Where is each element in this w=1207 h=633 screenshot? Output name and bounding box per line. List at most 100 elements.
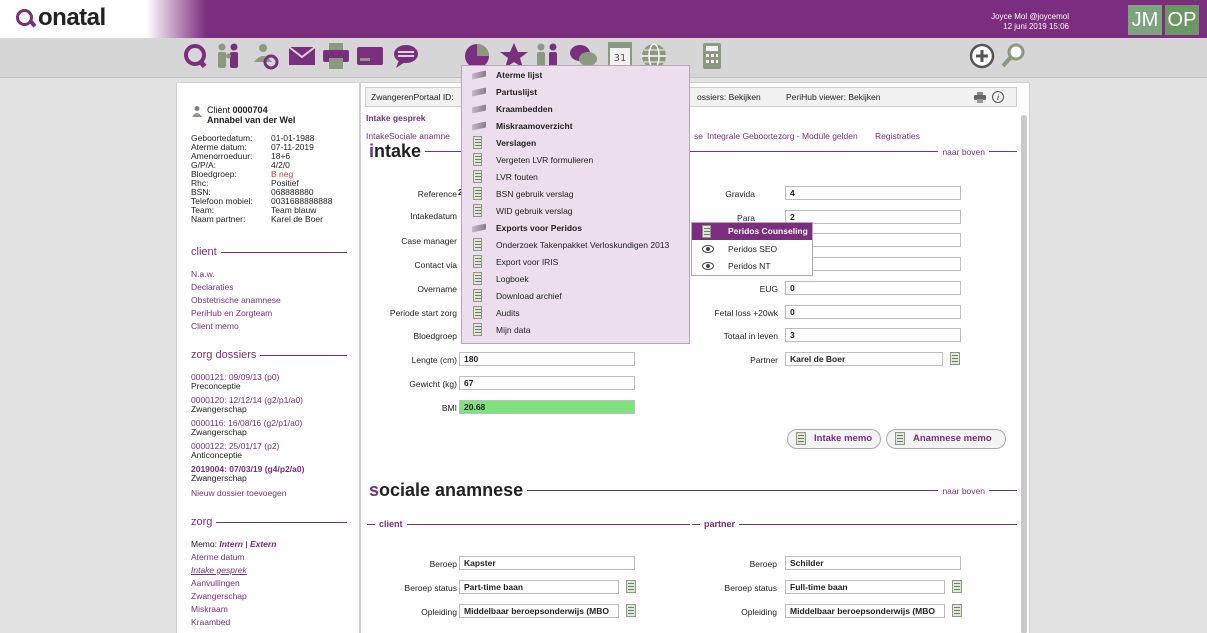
add-circle-icon[interactable] xyxy=(965,39,999,73)
submenu-item-peridos-nt[interactable]: Peridos NT xyxy=(692,258,812,275)
periode-start-zorg-label: Periode start zorg xyxy=(389,308,457,318)
sidebar-link-aanvullingen[interactable]: Aanvullingen xyxy=(191,578,240,588)
naar-boven-link[interactable]: naar boven xyxy=(942,486,985,496)
document-icon xyxy=(473,204,482,217)
dossier-item[interactable]: 0000122: 25/01/17 (p2) Anticonceptie xyxy=(191,442,279,460)
info-icon[interactable]: i xyxy=(992,91,1004,103)
user-cycle-icon[interactable] xyxy=(248,39,282,73)
partner-beroep-label: Beroep xyxy=(749,559,777,569)
partner-opleiding-memo-icon[interactable] xyxy=(952,604,962,617)
portal-perihub-viewer[interactable]: PeriHub viewer: Bekijken xyxy=(786,88,880,106)
gewicht-input[interactable]: 67 xyxy=(459,376,635,390)
memo-extern-link[interactable]: Extern xyxy=(250,539,276,549)
menu-item-verslagen[interactable]: Verslagen xyxy=(463,135,690,152)
scrollbar-thumb[interactable] xyxy=(1021,115,1027,633)
memo-intern-link[interactable]: Intern xyxy=(219,539,243,549)
sidebar-link-intake-gesprek[interactable]: Intake gesprek xyxy=(191,565,247,575)
sidebar-link-aterme-datum[interactable]: Aterme datum xyxy=(191,552,244,562)
client-opleiding-select[interactable]: Middelbaar beroepsonderwijs (MBO xyxy=(459,604,619,618)
arrow-icon xyxy=(472,104,486,114)
partner-beroep-status-select[interactable]: Full-time baan xyxy=(785,580,945,594)
submenu-item-peridos-counseling[interactable]: Peridos Counseling xyxy=(692,223,812,240)
menu-item-download-archief[interactable]: Download archief xyxy=(463,288,690,305)
partner-memo-icon[interactable] xyxy=(950,352,960,365)
calendar-day-text: 31 xyxy=(614,53,627,64)
client-opleiding-memo-icon[interactable] xyxy=(626,604,636,617)
sidebar-link-declaraties[interactable]: Declaraties xyxy=(191,282,234,292)
naar-boven-link[interactable]: naar boven xyxy=(942,147,985,157)
menu-item-onderzoek-takenpakket[interactable]: Onderzoek Takenpakket Verloskundigen 201… xyxy=(463,237,690,254)
card-icon[interactable] xyxy=(353,39,387,73)
user-badge-op[interactable]: OP xyxy=(1165,5,1199,35)
client-label: Cliënt 0000704 xyxy=(207,105,268,115)
menu-item-logboek[interactable]: Logboek xyxy=(463,271,690,288)
calculator-icon[interactable] xyxy=(695,39,729,73)
sidebar-link-miskraam[interactable]: Miskraam xyxy=(191,604,228,614)
lengte-input[interactable]: 180 xyxy=(459,352,635,366)
client-beroep-input[interactable]: Kapster xyxy=(459,556,635,570)
dossier-item[interactable]: 0000120: 12/12/14 (g2/p1/a0) Zwangerschap xyxy=(191,396,303,414)
partner-beroep-status-memo-icon[interactable] xyxy=(952,580,962,593)
client-subheading: client xyxy=(367,519,690,529)
menu-item-bsn-gebruik[interactable]: BSN gebruik verslag xyxy=(463,186,690,203)
intake-memo-button[interactable]: Intake memo xyxy=(787,429,881,449)
onatal-logo-icon[interactable] xyxy=(179,39,213,73)
sidebar-link-naw[interactable]: N.a.w. xyxy=(191,269,215,279)
nav-intake[interactable]: Intake xyxy=(366,131,389,141)
eye-icon xyxy=(702,262,714,270)
dossier-item[interactable]: 0000121: 09/09/13 (p0) Preconceptie xyxy=(191,373,279,391)
dossier-item-active[interactable]: 2019004: 07/03/19 (g4/p2/a0) Zwangerschap xyxy=(191,465,304,483)
new-dossier-link[interactable]: Nieuw dossier toevoegen xyxy=(191,488,286,498)
lengte-label: Lengte (cm) xyxy=(411,355,457,365)
main-scrollbar[interactable] xyxy=(1021,115,1027,633)
logo[interactable]: onatal xyxy=(0,0,146,38)
dossier-item[interactable]: 0000116: 16/08/16 (g2/p1/a0) Zwangerschap xyxy=(191,419,302,437)
menu-item-mijn-data[interactable]: Mijn data xyxy=(463,322,690,339)
menu-item-export-iris[interactable]: Export voor IRIS xyxy=(463,254,690,271)
menu-item-lvr-fouten[interactable]: LVR fouten xyxy=(463,169,690,186)
partner-input[interactable]: Karel de Boer xyxy=(785,352,943,366)
sidebar-link-perihub[interactable]: PeriHub en Zorgteam xyxy=(191,308,272,318)
document-icon xyxy=(473,272,482,285)
menu-item-partuslijst[interactable]: Partuslijst xyxy=(463,84,690,101)
sidebar-section-client: client xyxy=(191,246,347,258)
nav-registraties[interactable]: Registraties xyxy=(875,131,920,141)
anamnese-memo-button[interactable]: Anamnese memo xyxy=(886,429,1006,449)
chat-bubble-icon[interactable] xyxy=(389,39,423,73)
menu-item-audits[interactable]: Audits xyxy=(463,305,690,322)
contact-via-label: Contact via xyxy=(414,260,457,270)
fetal-loss-input[interactable]: 0 xyxy=(785,305,961,319)
gravida-input[interactable]: 4 xyxy=(785,186,961,200)
client-beroep-status-memo-icon[interactable] xyxy=(626,580,636,593)
partner-beroep-input[interactable]: Schilder xyxy=(785,556,961,570)
menu-item-wid-gebruik[interactable]: WID gebruik verslag xyxy=(463,203,690,220)
menu-item-aterme-lijst[interactable]: Aterme lijst xyxy=(463,67,690,84)
portal-dossiers-access[interactable]: ossiers: Bekijken xyxy=(697,88,761,106)
mail-icon[interactable] xyxy=(285,39,319,73)
client-beroep-status-select[interactable]: Part-time baan xyxy=(459,580,619,594)
nav-sociale-anamnese[interactable]: Sociale anamne xyxy=(389,131,450,141)
nav-anamnese-tail[interactable]: se xyxy=(694,131,703,141)
menu-item-miskraamoverzicht[interactable]: Miskraamoverzicht xyxy=(463,118,690,135)
nav-integrale-geboortezorg[interactable]: Integrale Geboortezorg - Module gelden xyxy=(707,131,858,141)
totaal-in-leven-input[interactable]: 3 xyxy=(785,328,961,342)
family-icon[interactable] xyxy=(212,39,246,73)
sidebar-link-kraambed[interactable]: Kraambed xyxy=(191,617,230,627)
menu-item-kraambedden[interactable]: Kraambedden xyxy=(463,101,690,118)
sidebar-link-zwangerschap[interactable]: Zwangerschap xyxy=(191,591,247,601)
search-icon[interactable] xyxy=(996,39,1030,73)
case-manager-label: Case manager xyxy=(401,236,457,246)
print-icon[interactable] xyxy=(974,88,986,109)
sidebar-link-client-memo[interactable]: Client memo xyxy=(191,321,239,331)
submenu-item-peridos-seo[interactable]: Peridos SEO xyxy=(692,241,812,258)
eug-input[interactable]: 0 xyxy=(785,281,961,295)
menu-item-vergeten-lvr[interactable]: Vergeten LVR formulieren xyxy=(463,152,690,169)
partner-opleiding-select[interactable]: Middelbaar beroepsonderwijs (MBO xyxy=(785,604,945,618)
print-icon[interactable] xyxy=(319,39,353,73)
menu-item-exports-peridos[interactable]: Exports voor Peridos xyxy=(463,220,690,237)
sidebar-section-dossiers: zorg dossiers xyxy=(191,349,347,361)
breadcrumb[interactable]: Intake gesprek xyxy=(366,113,426,123)
user-name[interactable]: Joyce Mol @joycemol xyxy=(991,12,1069,22)
user-badge-jm[interactable]: JM xyxy=(1128,5,1162,35)
sidebar-link-obstetric-anamnesis[interactable]: Obstetrische anamnese xyxy=(191,295,281,305)
